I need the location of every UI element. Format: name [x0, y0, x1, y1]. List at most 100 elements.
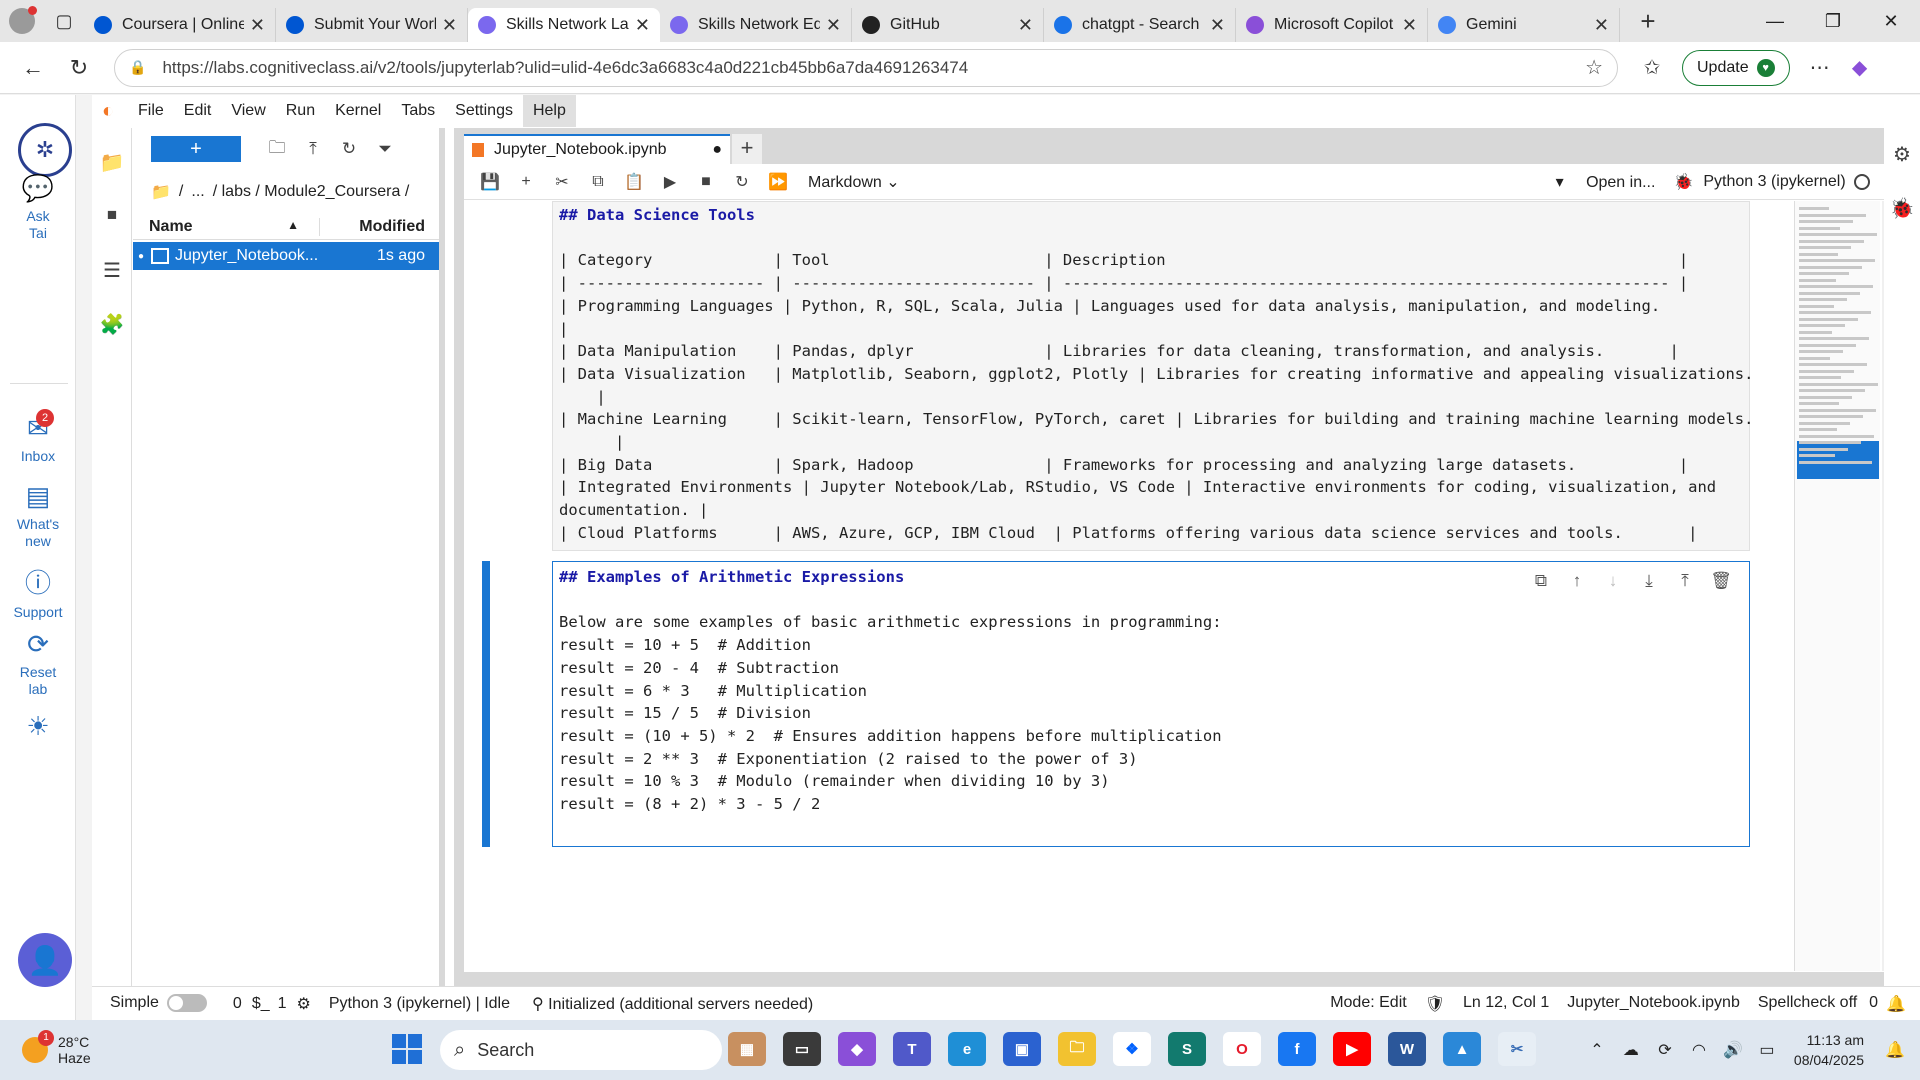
- word-icon[interactable]: W: [1388, 1032, 1426, 1066]
- whats-new-button[interactable]: ▤ What's new: [0, 481, 76, 550]
- restart-kernel-icon[interactable]: ↻: [724, 172, 760, 192]
- simple-mode-toggle[interactable]: Simple: [110, 994, 207, 1013]
- facebook-icon[interactable]: f: [1278, 1032, 1316, 1066]
- notifications-icon[interactable]: 🔔: [1878, 1040, 1912, 1060]
- menu-tabs[interactable]: Tabs: [391, 95, 445, 127]
- cell-type-select[interactable]: Markdown ⌄: [808, 172, 900, 192]
- edge-icon[interactable]: e: [948, 1032, 986, 1066]
- app-s-icon[interactable]: S: [1168, 1032, 1206, 1066]
- menu-run[interactable]: Run: [276, 95, 325, 127]
- dropbox-icon[interactable]: ❖: [1113, 1032, 1151, 1066]
- debugger-icon[interactable]: 🐞: [1884, 196, 1920, 221]
- support-button[interactable]: ⓘ Support: [0, 563, 76, 620]
- favorites-icon[interactable]: ✩: [1632, 55, 1672, 80]
- clock[interactable]: 11:13 am 08/04/2025: [1794, 1030, 1864, 1070]
- refresh-files-icon[interactable]: ↻: [331, 139, 367, 159]
- run-icon[interactable]: ▶: [652, 172, 688, 192]
- photos-icon[interactable]: ▲: [1443, 1032, 1481, 1066]
- update-button[interactable]: Update ♥: [1682, 49, 1790, 86]
- back-button[interactable]: ←: [10, 55, 56, 81]
- new-launcher-button[interactable]: +: [151, 136, 241, 162]
- active-cell-indicator[interactable]: [482, 561, 490, 847]
- snipping-tool-icon[interactable]: ✂: [1498, 1032, 1536, 1066]
- markdown-cell-arithmetic[interactable]: ⧉ ↑ ↓ ⤓ ⤒ 🗑 ## Examples of Arithmetic Ex…: [552, 561, 1750, 847]
- user-avatar[interactable]: 👤: [18, 933, 72, 987]
- insert-cell-icon[interactable]: +: [508, 173, 544, 191]
- open-in-button[interactable]: ▾ Open in...: [1556, 172, 1656, 192]
- new-tab-button[interactable]: +: [1626, 6, 1670, 37]
- ask-tai-button[interactable]: 💬 Ask Tai: [0, 173, 76, 242]
- cut-icon[interactable]: ✂: [544, 172, 580, 192]
- file-explorer-icon[interactable]: 🗀: [1058, 1032, 1096, 1066]
- tab-jupyter-notebook[interactable]: Jupyter_Notebook.ipynb ●: [464, 134, 730, 164]
- close-tab-icon[interactable]: ✕: [250, 15, 265, 36]
- taskbar-search[interactable]: ⌕ Search: [440, 1030, 722, 1070]
- refresh-button[interactable]: ↻: [56, 55, 102, 81]
- opera-icon[interactable]: O: [1223, 1032, 1261, 1066]
- modified-column-header[interactable]: Modified: [319, 217, 439, 236]
- kernel-gear-icon[interactable]: ⚙: [297, 994, 311, 1014]
- kernel-name[interactable]: Python 3 (ipykernel): [1703, 173, 1845, 191]
- close-tab-icon[interactable]: ✕: [1402, 15, 1417, 36]
- copy-icon[interactable]: ⧉: [580, 173, 616, 191]
- copilot-app-icon[interactable]: ◆: [838, 1032, 876, 1066]
- tab-actions-icon[interactable]: ▢: [44, 0, 84, 42]
- inbox-button[interactable]: ✉ 2 Inbox: [0, 409, 76, 464]
- menu-kernel[interactable]: Kernel: [325, 95, 391, 127]
- youtube-icon[interactable]: ▶: [1333, 1032, 1371, 1066]
- copilot-sidebar-icon[interactable]: ◆: [1840, 55, 1880, 80]
- breadcrumb-ellipsis[interactable]: ...: [191, 183, 204, 201]
- store-icon[interactable]: ▣: [1003, 1032, 1041, 1066]
- lsp-status[interactable]: ⚲ Initialized (additional servers needed…: [532, 994, 813, 1014]
- browser-tab[interactable]: Coursera | Online ✕: [84, 8, 276, 42]
- duplicate-cell-icon[interactable]: ⧉: [1523, 570, 1559, 593]
- notebook-minimap[interactable]: [1794, 201, 1880, 971]
- filter-icon[interactable]: ⏷: [367, 139, 403, 159]
- favorite-star-icon[interactable]: ☆: [1585, 55, 1603, 80]
- weather-widget[interactable]: 1 28°C Haze: [0, 1030, 120, 1066]
- wifi-icon[interactable]: ◠: [1682, 1040, 1716, 1060]
- close-tab-icon[interactable]: ✕: [826, 15, 841, 36]
- folder-icon[interactable]: 📁: [92, 150, 132, 175]
- site-info-icon[interactable]: 🔒: [129, 59, 146, 76]
- menu-view[interactable]: View: [221, 95, 275, 127]
- upload-icon[interactable]: ⤒: [295, 139, 331, 159]
- cursor-position[interactable]: Ln 12, Col 1: [1463, 994, 1549, 1014]
- reset-lab-button[interactable]: ⟳ Reset lab: [0, 629, 76, 698]
- spellcheck-status[interactable]: Spellcheck off: [1758, 994, 1857, 1014]
- close-tab-icon[interactable]: ✕: [1594, 15, 1609, 36]
- move-down-icon[interactable]: ↓: [1595, 570, 1631, 593]
- table-of-contents-icon[interactable]: ☰: [92, 258, 132, 283]
- extensions-icon[interactable]: 🧩: [92, 312, 132, 337]
- theme-toggle-button[interactable]: ☀: [0, 711, 76, 746]
- cognitive-class-logo[interactable]: ✲: [18, 123, 72, 177]
- browser-tab[interactable]: Microsoft Copilot ✕: [1236, 8, 1428, 42]
- browser-tab[interactable]: Skills Network Lal ✕: [468, 8, 660, 42]
- browser-tab[interactable]: Submit Your Worl ✕: [276, 8, 468, 42]
- address-bar[interactable]: 🔒 https://labs.cognitiveclass.ai/v2/tool…: [114, 48, 1618, 87]
- onedrive-icon[interactable]: ☁: [1614, 1040, 1648, 1060]
- breadcrumb-path[interactable]: / labs / Module2_Coursera /: [213, 183, 410, 201]
- kernel-status[interactable]: Python 3 (ipykernel) | Idle: [329, 995, 510, 1013]
- profile-button[interactable]: [0, 0, 44, 42]
- delete-cell-icon[interactable]: 🗑: [1703, 570, 1739, 593]
- teams-icon[interactable]: T: [893, 1032, 931, 1066]
- menu-file[interactable]: File: [128, 95, 174, 127]
- running-sessions-icon[interactable]: ⏹: [92, 204, 132, 227]
- menu-edit[interactable]: Edit: [174, 95, 222, 127]
- save-icon[interactable]: 💾: [472, 172, 508, 192]
- restore-button[interactable]: ❐: [1804, 0, 1862, 42]
- more-menu-icon[interactable]: ⋯: [1800, 55, 1840, 80]
- notification-bell-icon[interactable]: 🔔: [1886, 994, 1906, 1014]
- browser-tab[interactable]: chatgpt - Search ✕: [1044, 8, 1236, 42]
- start-button[interactable]: [392, 1034, 422, 1064]
- close-window-button[interactable]: ✕: [1862, 0, 1920, 42]
- menu-settings[interactable]: Settings: [445, 95, 523, 127]
- property-gear-icon[interactable]: ⚙: [1884, 142, 1920, 167]
- close-tab-icon[interactable]: ✕: [1210, 15, 1225, 36]
- breadcrumb-root[interactable]: /: [179, 183, 183, 201]
- browser-tab[interactable]: GitHub ✕: [852, 8, 1044, 42]
- insert-below-icon[interactable]: ⤒: [1667, 570, 1703, 593]
- taskbar-widget-thumbnail[interactable]: ▦: [728, 1032, 766, 1066]
- minimize-button[interactable]: —: [1746, 0, 1804, 42]
